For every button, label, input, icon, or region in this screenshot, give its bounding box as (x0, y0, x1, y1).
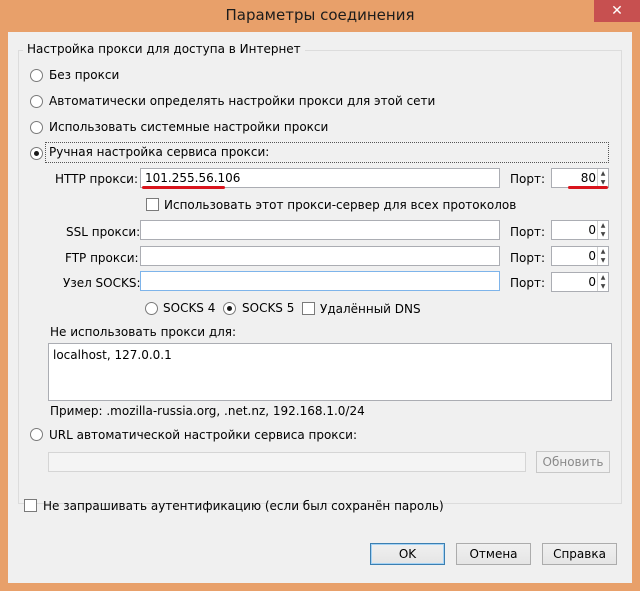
radio-manual-proxy-label[interactable]: Ручная настройка сервиса прокси: (49, 145, 269, 159)
spin-up-icon[interactable]: ▲ (598, 273, 608, 282)
http-port-value[interactable]: 80 (581, 171, 596, 185)
socks-port-label: Порт: (510, 276, 546, 290)
http-port-spin-buttons[interactable]: ▲ ▼ (597, 169, 608, 187)
remote-dns-checkbox[interactable] (302, 302, 315, 315)
radio-auto-detect-label[interactable]: Автоматически определять настройки прокс… (49, 94, 435, 108)
radio-socks5[interactable] (223, 302, 236, 315)
ssl-proxy-input[interactable] (140, 220, 500, 240)
radio-socks4[interactable] (145, 302, 158, 315)
use-for-all-label[interactable]: Использовать этот прокси-сервер для всех… (164, 198, 516, 212)
no-proxy-textarea[interactable]: localhost, 127.0.0.1 (48, 343, 612, 401)
ftp-proxy-label: FTP прокси: (65, 251, 139, 265)
ftp-proxy-input[interactable] (140, 246, 500, 266)
annotation-underline-port (568, 186, 608, 189)
radio-system-proxy-label[interactable]: Использовать системные настройки прокси (49, 120, 328, 134)
spin-down-icon[interactable]: ▼ (598, 282, 608, 291)
radio-no-proxy-label[interactable]: Без прокси (49, 68, 119, 82)
radio-manual-proxy[interactable] (30, 147, 43, 160)
use-for-all-checkbox[interactable] (146, 198, 159, 211)
http-port-label: Порт: (510, 172, 546, 186)
radio-socks4-label[interactable]: SOCKS 4 (163, 301, 215, 315)
dialog-window: Параметры соединения ✕ Настройка прокси … (0, 0, 640, 591)
spin-down-icon[interactable]: ▼ (598, 256, 608, 265)
ftp-port-spin-buttons[interactable]: ▲ ▼ (597, 247, 608, 265)
cancel-button[interactable]: Отмена (456, 543, 531, 565)
radio-socks5-label[interactable]: SOCKS 5 (242, 301, 294, 315)
radio-auto-url[interactable] (30, 428, 43, 441)
dialog-client: Настройка прокси для доступа в Интернет … (8, 32, 632, 583)
http-proxy-input[interactable]: 101.255.56.106 (140, 168, 500, 188)
remote-dns-label[interactable]: Удалённый DNS (320, 302, 421, 316)
ftp-port-stepper[interactable]: 0 ▲ ▼ (551, 246, 609, 266)
window-bottom-border (0, 583, 640, 591)
group-title: Настройка прокси для доступа в Интернет (23, 42, 305, 56)
annotation-underline (142, 186, 225, 189)
ssl-port-value[interactable]: 0 (588, 223, 596, 237)
reload-button[interactable]: Обновить (536, 451, 610, 473)
auto-url-input[interactable] (48, 452, 526, 472)
spin-up-icon[interactable]: ▲ (598, 169, 608, 178)
radio-auto-url-label[interactable]: URL автоматической настройки сервиса про… (49, 428, 357, 442)
http-proxy-label: HTTP прокси: (55, 172, 139, 186)
no-proxy-label: Не использовать прокси для: (50, 325, 237, 339)
radio-system-proxy[interactable] (30, 121, 43, 134)
spin-down-icon[interactable]: ▼ (598, 230, 608, 239)
ftp-port-label: Порт: (510, 251, 546, 265)
title-bar[interactable]: Параметры соединения ✕ (0, 0, 640, 32)
ssl-port-stepper[interactable]: 0 ▲ ▼ (551, 220, 609, 240)
no-auth-prompt-label[interactable]: Не запрашивать аутентификацию (если был … (43, 499, 444, 513)
help-button[interactable]: Справка (542, 543, 617, 565)
socks-port-spin-buttons[interactable]: ▲ ▼ (597, 273, 608, 291)
socks-host-input[interactable] (140, 271, 500, 291)
spin-up-icon[interactable]: ▲ (598, 221, 608, 230)
ssl-port-label: Порт: (510, 225, 546, 239)
spin-up-icon[interactable]: ▲ (598, 247, 608, 256)
ok-button[interactable]: OK (370, 543, 445, 565)
ssl-port-spin-buttons[interactable]: ▲ ▼ (597, 221, 608, 239)
radio-auto-detect[interactable] (30, 95, 43, 108)
no-auth-prompt-checkbox[interactable] (24, 499, 37, 512)
socks-port-value[interactable]: 0 (588, 275, 596, 289)
window-title: Параметры соединения (225, 6, 415, 24)
socks-host-label: Узел SOCKS: (63, 276, 141, 290)
close-button[interactable]: ✕ (594, 0, 640, 22)
socks-port-stepper[interactable]: 0 ▲ ▼ (551, 272, 609, 292)
ftp-port-value[interactable]: 0 (588, 249, 596, 263)
ssl-proxy-label: SSL прокси: (66, 225, 141, 239)
no-proxy-example: Пример: .mozilla-russia.org, .net.nz, 19… (50, 404, 365, 418)
radio-no-proxy[interactable] (30, 69, 43, 82)
http-port-stepper[interactable]: 80 ▲ ▼ (551, 168, 609, 188)
